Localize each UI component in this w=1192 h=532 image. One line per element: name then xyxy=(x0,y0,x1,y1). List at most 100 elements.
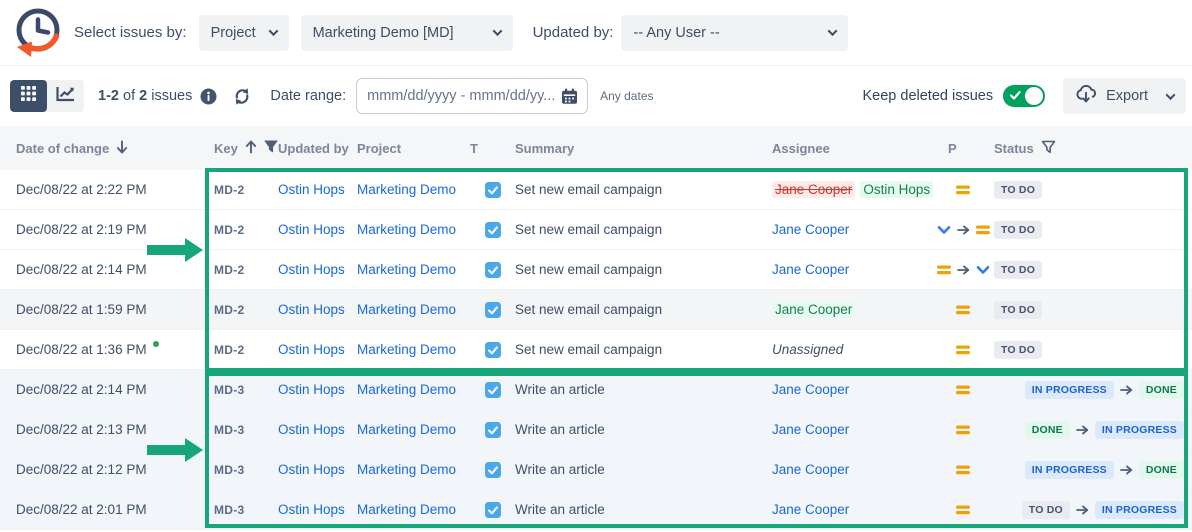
summary-cell: Write an article xyxy=(515,462,772,477)
assignee-link[interactable]: Jane Cooper xyxy=(772,382,849,397)
date-range-input[interactable] xyxy=(367,88,557,104)
keep-deleted-toggle[interactable] xyxy=(1003,85,1045,107)
assignee-cell: Jane Cooper xyxy=(772,222,938,237)
column-type[interactable]: T xyxy=(470,141,515,156)
updated-by-link[interactable]: Ostin Hops xyxy=(278,262,345,277)
updated-by-link[interactable]: Ostin Hops xyxy=(278,382,345,397)
unread-dot xyxy=(153,341,159,347)
task-checkbox-icon xyxy=(485,182,501,198)
updated-by-link[interactable]: Ostin Hops xyxy=(278,182,345,197)
updated-by-label: Updated by: xyxy=(533,24,614,41)
project-link[interactable]: Marketing Demo xyxy=(357,502,456,517)
issue-type-cell xyxy=(470,462,515,478)
project-link[interactable]: Marketing Demo xyxy=(357,342,456,357)
user-dropdown[interactable]: -- Any User -- xyxy=(621,15,848,51)
change-arrow-icon xyxy=(957,225,970,235)
summary-cell: Set new email campaign xyxy=(515,222,772,237)
select-by-dropdown[interactable]: Project xyxy=(199,15,289,51)
table-row[interactable]: Dec/08/22 at 1:36 PMMD-2Ostin HopsMarket… xyxy=(0,330,1192,370)
project-dropdown[interactable]: Marketing Demo [MD] xyxy=(301,15,513,51)
updated-by-link[interactable]: Ostin Hops xyxy=(278,302,345,317)
task-checkbox-icon xyxy=(485,222,501,238)
project-link[interactable]: Marketing Demo xyxy=(357,422,456,437)
chart-view-button[interactable] xyxy=(47,80,84,112)
funnel-filled-icon[interactable] xyxy=(264,140,278,156)
refresh-icon[interactable] xyxy=(232,87,252,106)
change-arrow-icon xyxy=(1120,385,1133,395)
updated-by-link[interactable]: Ostin Hops xyxy=(278,502,345,517)
user-dropdown-value: -- Any User -- xyxy=(633,25,719,41)
updated-by-cell: Ostin Hops xyxy=(278,422,357,437)
export-button[interactable]: Export xyxy=(1063,78,1186,114)
assignee-link[interactable]: Jane Cooper xyxy=(772,262,849,277)
table-body: Dec/08/22 at 2:22 PMMD-2Ostin HopsMarket… xyxy=(0,170,1192,530)
priority-medium-icon xyxy=(956,305,970,315)
table-row[interactable]: Dec/08/22 at 2:01 PMMD-3Ostin HopsMarket… xyxy=(0,490,1192,530)
status-badge: DONE xyxy=(1025,421,1070,439)
project-cell: Marketing Demo xyxy=(357,302,470,317)
column-summary[interactable]: Summary xyxy=(515,141,772,156)
issue-key-cell: MD-3 xyxy=(190,503,278,517)
table-row[interactable]: Dec/08/22 at 2:12 PMMD-3Ostin HopsMarket… xyxy=(0,450,1192,490)
status-badge: IN PROGRESS xyxy=(1095,501,1184,519)
table-row[interactable]: Dec/08/22 at 2:13 PMMD-3Ostin HopsMarket… xyxy=(0,410,1192,450)
column-priority[interactable]: P xyxy=(938,141,988,156)
issue-type-cell xyxy=(470,182,515,198)
change-arrow-icon xyxy=(957,265,970,275)
column-status[interactable]: Status xyxy=(988,140,1192,157)
status-cell: TO DO xyxy=(988,261,1192,279)
date-of-change-cell: Dec/08/22 at 1:59 PM xyxy=(0,302,190,317)
count-range: 1-2 xyxy=(98,88,119,104)
table-row[interactable]: Dec/08/22 at 2:22 PMMD-2Ostin HopsMarket… xyxy=(0,170,1192,210)
project-link[interactable]: Marketing Demo xyxy=(357,382,456,397)
date-of-change-cell: Dec/08/22 at 2:13 PM xyxy=(0,422,190,437)
info-icon[interactable] xyxy=(200,88,217,105)
project-cell: Marketing Demo xyxy=(357,182,470,197)
project-dropdown-value: Marketing Demo [MD] xyxy=(313,25,454,41)
change-arrow-icon xyxy=(1076,505,1089,515)
project-link[interactable]: Marketing Demo xyxy=(357,262,456,277)
project-cell: Marketing Demo xyxy=(357,502,470,517)
updated-by-link[interactable]: Ostin Hops xyxy=(278,342,345,357)
issue-key-cell: MD-2 xyxy=(190,223,278,237)
column-updated-by[interactable]: Updated by xyxy=(278,141,357,156)
calendar-icon[interactable] xyxy=(561,88,578,105)
assignee-added: Ostin Hops xyxy=(860,181,933,198)
funnel-outline-icon[interactable] xyxy=(1041,140,1056,157)
table-row[interactable]: Dec/08/22 at 2:14 PMMD-3Ostin HopsMarket… xyxy=(0,370,1192,410)
column-project[interactable]: Project xyxy=(357,141,470,156)
grid-view-button[interactable] xyxy=(10,80,47,112)
updated-by-cell: Ostin Hops xyxy=(278,262,357,277)
column-date-of-change[interactable]: Date of change xyxy=(0,140,190,157)
column-assignee[interactable]: Assignee xyxy=(772,141,938,156)
table-row[interactable]: Dec/08/22 at 2:19 PMMD-2Ostin HopsMarket… xyxy=(0,210,1192,250)
status-badge: IN PROGRESS xyxy=(1025,381,1114,399)
export-label: Export xyxy=(1106,88,1148,104)
table-row[interactable]: Dec/08/22 at 2:14 PMMD-2Ostin HopsMarket… xyxy=(0,250,1192,290)
issue-key-cell: MD-2 xyxy=(190,343,278,357)
status-badge: TO DO xyxy=(994,261,1042,279)
project-link[interactable]: Marketing Demo xyxy=(357,302,456,317)
view-toggle xyxy=(10,80,84,112)
updated-by-link[interactable]: Ostin Hops xyxy=(278,222,345,237)
project-link[interactable]: Marketing Demo xyxy=(357,222,456,237)
assignee-cell: Jane Cooper xyxy=(772,262,938,277)
chevron-down-icon xyxy=(492,26,502,36)
updated-by-link[interactable]: Ostin Hops xyxy=(278,422,345,437)
assignee-link[interactable]: Jane Cooper xyxy=(772,462,849,477)
assignee-link[interactable]: Jane Cooper xyxy=(772,502,849,517)
task-checkbox-icon xyxy=(485,262,501,278)
column-key[interactable]: Key xyxy=(190,140,278,157)
summary-cell: Set new email campaign xyxy=(515,302,772,317)
project-link[interactable]: Marketing Demo xyxy=(357,462,456,477)
sort-descending-icon[interactable] xyxy=(116,140,128,157)
task-checkbox-icon xyxy=(485,502,501,518)
assignee-link[interactable]: Jane Cooper xyxy=(772,222,849,237)
updated-by-link[interactable]: Ostin Hops xyxy=(278,462,345,477)
assignee-link[interactable]: Jane Cooper xyxy=(772,422,849,437)
status-cell: TO DO xyxy=(988,221,1192,239)
project-link[interactable]: Marketing Demo xyxy=(357,182,456,197)
sort-ascending-icon[interactable] xyxy=(245,140,257,157)
priority-medium-icon xyxy=(956,465,970,475)
table-row[interactable]: Dec/08/22 at 1:59 PMMD-2Ostin HopsMarket… xyxy=(0,290,1192,330)
